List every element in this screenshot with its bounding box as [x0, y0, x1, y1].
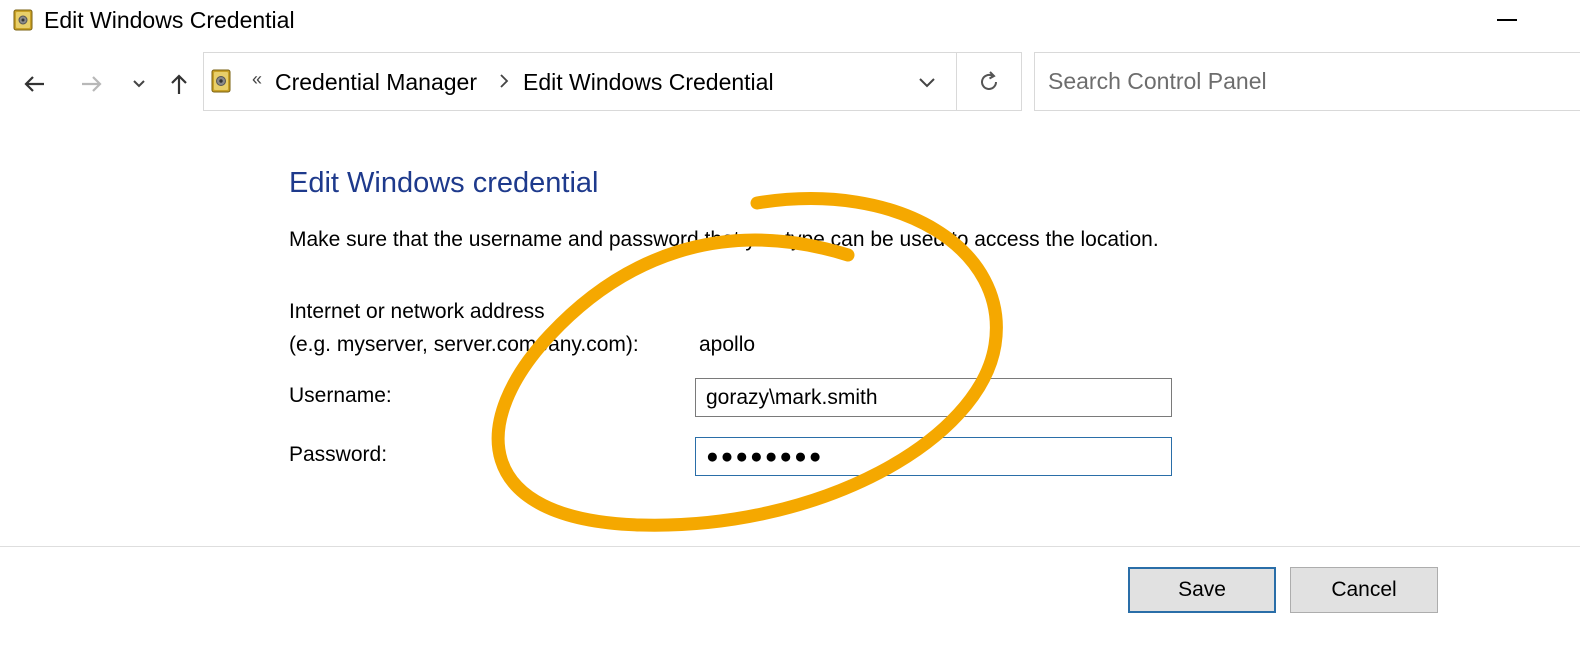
title-bar: Edit Windows Credential	[0, 0, 1580, 40]
cancel-button[interactable]: Cancel	[1290, 567, 1438, 613]
address-label-line2: (e.g. myserver, server.company.com):	[289, 333, 639, 356]
credential-manager-icon	[211, 69, 231, 93]
password-input[interactable]	[696, 438, 1171, 475]
address-bar[interactable]: « Credential Manager Edit Windows Creden…	[203, 52, 956, 111]
credential-manager-icon	[13, 9, 33, 31]
password-label: Password:	[289, 443, 388, 466]
window-title: Edit Windows Credential	[44, 7, 295, 33]
address-value: apollo	[699, 333, 756, 356]
search-input[interactable]	[1035, 53, 1580, 110]
address-label-line1: Internet or network address	[289, 300, 545, 323]
username-input[interactable]	[696, 379, 1171, 416]
search-box[interactable]	[1034, 52, 1580, 111]
chevron-down-icon	[919, 78, 935, 88]
forward-arrow-icon	[82, 76, 102, 92]
refresh-button[interactable]	[956, 52, 1022, 111]
username-field-box[interactable]	[695, 378, 1172, 417]
instructions-text: Make sure that the username and password…	[289, 228, 1159, 251]
refresh-icon	[981, 70, 997, 90]
recent-locations-button[interactable]	[128, 64, 150, 104]
up-arrow-icon	[171, 74, 187, 94]
chevron-down-icon	[133, 80, 145, 88]
username-label: Username:	[289, 384, 392, 407]
address-dropdown-button[interactable]	[912, 69, 942, 97]
save-button[interactable]: Save	[1128, 567, 1276, 613]
back-button[interactable]	[18, 64, 50, 104]
breadcrumb-separator-icon[interactable]	[499, 73, 509, 89]
breadcrumb-credential-manager[interactable]: Credential Manager	[275, 67, 477, 97]
footer-divider	[0, 546, 1580, 547]
forward-button[interactable]	[76, 64, 108, 104]
breadcrumb-edit-windows-credential[interactable]: Edit Windows Credential	[523, 67, 774, 97]
up-button[interactable]	[166, 64, 192, 104]
page-heading: Edit Windows credential	[289, 167, 599, 199]
back-arrow-icon	[24, 76, 44, 92]
password-field-box[interactable]	[695, 437, 1172, 476]
minimize-button[interactable]	[1478, 0, 1536, 40]
overflow-chevron-icon[interactable]: «	[252, 69, 262, 90]
